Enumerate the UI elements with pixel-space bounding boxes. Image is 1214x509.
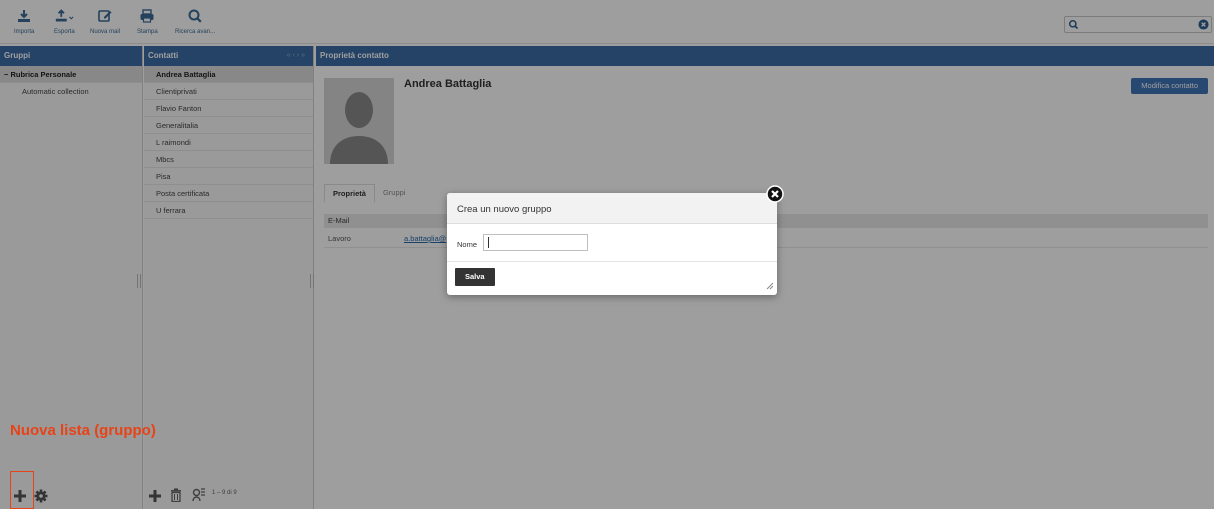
annotation-label: Nuova lista (gruppo) [10, 422, 156, 439]
annotation-highlight-box [10, 471, 34, 509]
close-icon[interactable] [766, 185, 784, 203]
dialog-title: Crea un nuovo gruppo [447, 193, 777, 224]
group-name-label: Nome [457, 240, 478, 249]
text-caret [488, 237, 489, 248]
group-name-input[interactable] [483, 234, 588, 251]
dialog-body: Nome [447, 224, 777, 262]
save-button[interactable]: Salva [455, 268, 495, 286]
resize-grip-icon[interactable] [766, 282, 774, 292]
new-group-dialog: Crea un nuovo gruppo Nome Salva [447, 185, 784, 295]
